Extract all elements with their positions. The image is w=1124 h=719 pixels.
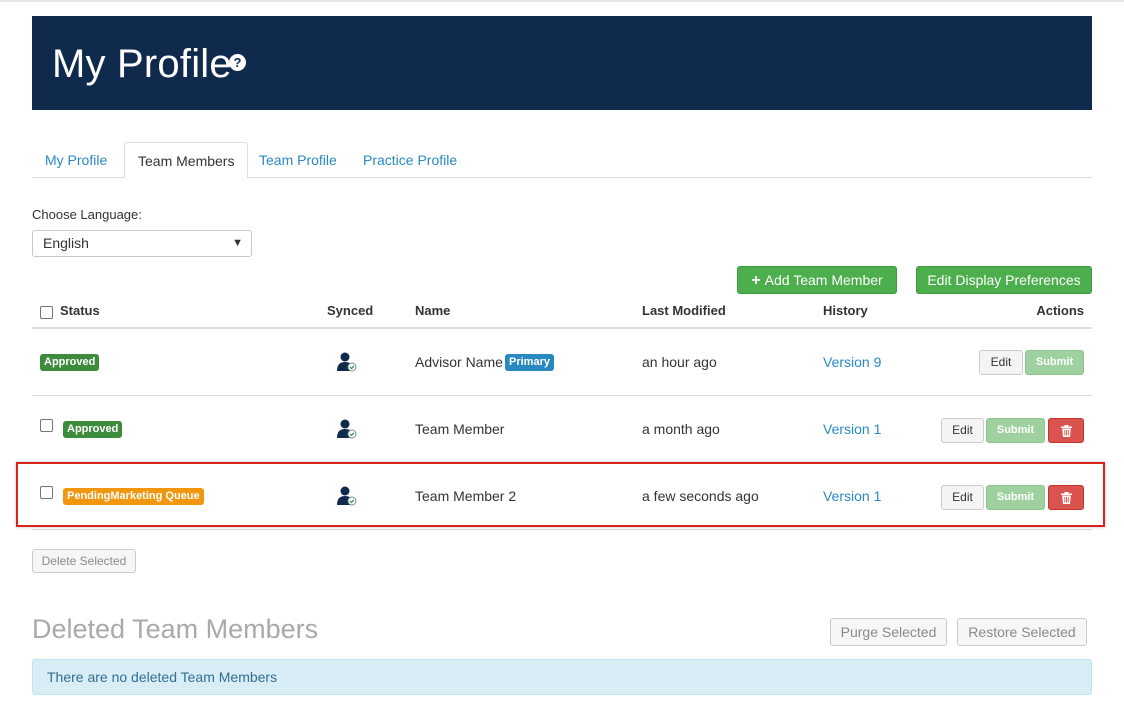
member-name: Team Member 2 [415, 488, 517, 504]
column-actions: Actions [1036, 303, 1084, 318]
submit-button[interactable]: Submit [1025, 350, 1084, 375]
restore-selected-button[interactable]: Restore Selected [957, 618, 1087, 646]
member-name: Team Member [415, 421, 505, 437]
synced-user-icon [337, 486, 357, 506]
row-checkbox[interactable] [40, 419, 53, 432]
primary-badge: Primary [505, 354, 554, 371]
chevron-down-icon: ▼ [232, 237, 243, 249]
history-version-link[interactable]: Version 1 [823, 421, 881, 437]
column-synced: Synced [327, 303, 374, 318]
submit-button[interactable]: Submit [986, 418, 1045, 443]
last-modified: a month ago [642, 421, 720, 437]
table-row: PendingMarketing Queue Team Member 2 a f… [32, 463, 1092, 530]
last-modified: a few seconds ago [642, 488, 759, 504]
add-team-member-button[interactable]: + Add Team Member [737, 266, 897, 294]
delete-button[interactable] [1048, 485, 1084, 510]
table-row: Approved Advisor Name Primary an hour ag… [32, 329, 1092, 396]
history-version-link[interactable]: Version 1 [823, 488, 881, 504]
history-version-link[interactable]: Version 9 [823, 354, 881, 370]
synced-user-icon [337, 419, 357, 439]
synced-user-icon [337, 352, 357, 372]
status-badge: Approved [63, 421, 123, 438]
select-all-checkbox[interactable] [40, 306, 53, 319]
edit-display-preferences-button[interactable]: Edit Display Preferences [916, 266, 1092, 294]
table-header: Status Synced Name Last Modified History… [32, 294, 1092, 329]
page-banner: My Profile ? [32, 16, 1092, 110]
language-select[interactable]: English ▼ [32, 230, 252, 257]
deleted-section-title: Deleted Team Members [32, 614, 319, 644]
submit-button[interactable]: Submit [986, 485, 1045, 510]
plus-icon: + [751, 272, 761, 289]
trash-icon [1060, 425, 1072, 437]
last-modified: an hour ago [642, 354, 717, 370]
column-history: History [823, 303, 868, 318]
add-team-member-label: Add Team Member [764, 272, 883, 288]
member-name: Advisor Name [415, 354, 503, 370]
row-checkbox[interactable] [40, 486, 53, 499]
language-label: Choose Language: [32, 207, 142, 222]
page-title: My Profile [52, 42, 232, 86]
empty-deleted-message: There are no deleted Team Members [32, 659, 1092, 695]
status-badge: PendingMarketing Queue [63, 488, 204, 505]
column-last-modified: Last Modified [642, 303, 726, 318]
column-name: Name [415, 303, 451, 318]
delete-selected-button[interactable]: Delete Selected [32, 549, 136, 573]
delete-button[interactable] [1048, 418, 1084, 443]
profile-tabs: My Profile Team Members Team Profile Pra… [32, 142, 1092, 179]
column-status: Status [60, 303, 100, 318]
tab-my-profile[interactable]: My Profile [32, 142, 120, 178]
edit-button[interactable]: Edit [941, 418, 984, 443]
tab-practice-profile[interactable]: Practice Profile [350, 142, 470, 178]
tab-team-profile[interactable]: Team Profile [246, 142, 350, 178]
edit-button[interactable]: Edit [941, 485, 984, 510]
tab-team-members[interactable]: Team Members [124, 142, 249, 179]
top-divider [0, 0, 1124, 2]
status-badge: Approved [40, 354, 100, 371]
purge-selected-button[interactable]: Purge Selected [830, 618, 947, 646]
help-icon[interactable]: ? [229, 54, 246, 71]
table-row: Approved Team Member a month ago Version… [32, 396, 1092, 463]
edit-button[interactable]: Edit [979, 350, 1023, 375]
trash-icon [1060, 492, 1072, 504]
language-selected-value: English [43, 235, 89, 251]
